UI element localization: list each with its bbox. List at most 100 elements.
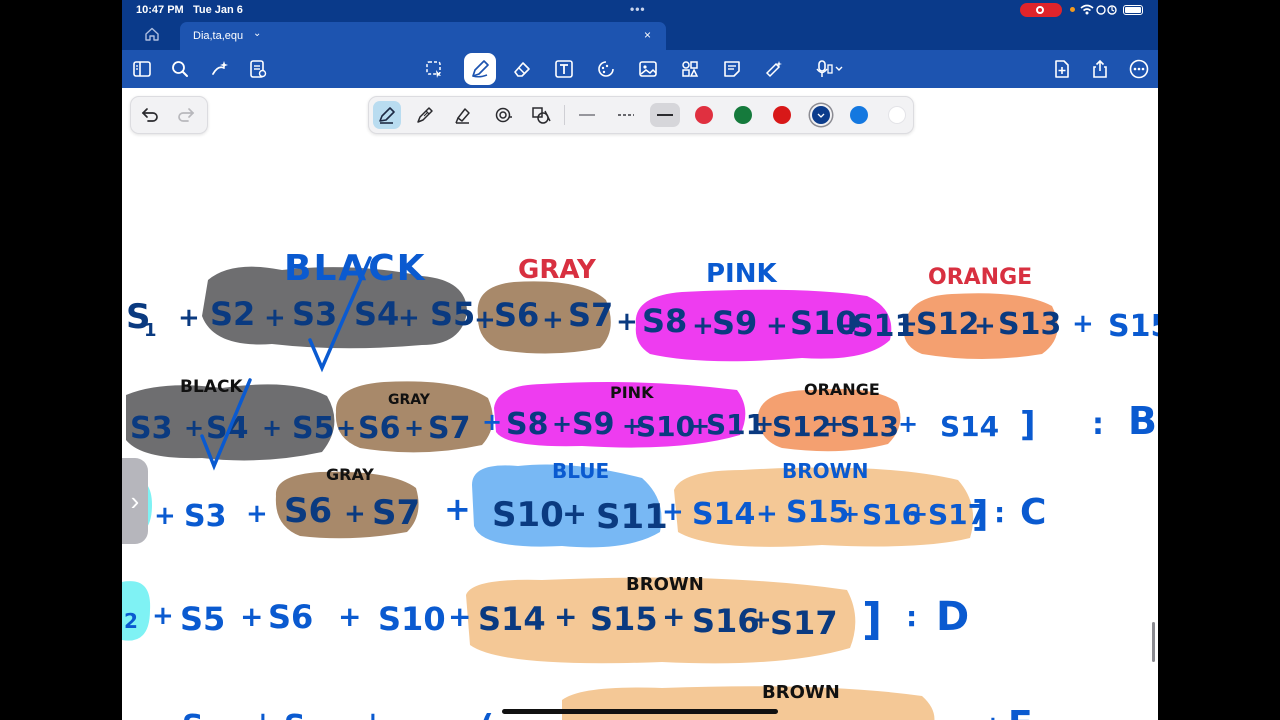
home-indicator[interactable] [502, 709, 778, 714]
label-black-row2: BLACK [180, 377, 243, 397]
fountain-pen-icon[interactable] [373, 101, 401, 129]
magic-icon[interactable] [208, 57, 232, 81]
svg-text:+: + [552, 410, 572, 438]
sticky-note-icon[interactable] [720, 57, 744, 81]
svg-text:+: + [252, 707, 274, 720]
stroke-thick-option[interactable] [650, 103, 680, 127]
svg-text:S4: S4 [206, 411, 248, 446]
search-icon[interactable] [168, 57, 192, 81]
svg-text:]: ] [862, 594, 882, 645]
multitasking-dots-icon[interactable]: ••• [630, 2, 646, 16]
svg-text:S5: S5 [292, 411, 334, 446]
document-title[interactable]: Dia,ta,equ [193, 30, 243, 42]
sidebar-icon[interactable] [130, 57, 154, 81]
svg-text:+: + [362, 707, 384, 720]
redo-icon[interactable] [175, 104, 197, 126]
svg-text:S5: S5 [430, 295, 475, 333]
svg-text:B: B [1128, 399, 1157, 443]
svg-text:+: + [262, 414, 282, 442]
eraser-icon[interactable] [510, 57, 534, 81]
more-icon[interactable] [1127, 57, 1151, 81]
pen-tool-button[interactable] [464, 53, 496, 85]
svg-text:+: + [750, 605, 772, 635]
shape-ink-icon[interactable] [529, 103, 553, 127]
svg-text:S7: S7 [372, 493, 420, 533]
label-orange-row2: ORANGE [804, 380, 880, 399]
chevron-right-icon[interactable]: › [131, 486, 140, 517]
scrollbar[interactable] [1152, 622, 1155, 662]
close-tab-button[interactable]: × [644, 28, 651, 42]
svg-text:+: + [152, 601, 174, 631]
svg-text:S6: S6 [268, 598, 313, 636]
svg-text:C: C [1020, 492, 1046, 533]
stroke-dashed-option[interactable] [611, 103, 641, 127]
elements-icon[interactable] [678, 57, 702, 81]
svg-text:+: + [982, 711, 1004, 720]
handwritten-notes[interactable]: BLACK GRAY PINK ORANGE BLACK GRAY PINK O… [122, 140, 1158, 720]
home-icon[interactable] [144, 26, 160, 42]
text-icon[interactable] [552, 57, 576, 81]
color-swatch-green[interactable] [734, 106, 752, 124]
svg-text:+: + [974, 311, 996, 341]
lasso-icon[interactable] [422, 57, 446, 81]
svg-text::: : [994, 496, 1005, 529]
svg-text:S14: S14 [478, 600, 546, 638]
color-swatch-dark-red[interactable] [773, 106, 791, 124]
svg-text:S15: S15 [1108, 309, 1158, 344]
label-brown-row5: BROWN [762, 682, 840, 703]
svg-text:S13: S13 [998, 307, 1061, 342]
svg-text:S15: S15 [590, 600, 658, 638]
svg-text:+: + [898, 410, 918, 438]
color-swatch-navy[interactable] [812, 106, 830, 124]
color-swatch-red[interactable] [695, 106, 713, 124]
svg-text:S9: S9 [712, 304, 757, 342]
tape-icon[interactable] [491, 103, 515, 127]
note-canvas[interactable]: BLACK GRAY PINK ORANGE BLACK GRAY PINK O… [122, 140, 1158, 720]
svg-text:+: + [240, 600, 263, 633]
color-swatch-blue[interactable] [850, 106, 868, 124]
svg-text:+: + [562, 497, 587, 532]
undo-icon[interactable] [139, 104, 161, 126]
svg-text:S12: S12 [916, 307, 979, 342]
label-gray-row3: GRAY [326, 465, 374, 484]
svg-text:]: ] [972, 494, 988, 535]
label-black-row1: BLACK [284, 248, 427, 289]
svg-text:S4: S4 [354, 295, 399, 333]
svg-text:S5: S5 [180, 600, 225, 638]
tab-bar: Dia,ta,equ ⌄ × [122, 20, 1158, 50]
svg-text:S13: S13 [840, 410, 899, 443]
svg-text:+: + [344, 499, 366, 529]
svg-text:+: + [336, 414, 356, 442]
laser-pointer-icon[interactable] [762, 57, 786, 81]
screen-recording-icon[interactable] [1020, 3, 1062, 17]
label-gray-row1: GRAY [518, 255, 597, 285]
svg-text:+: + [662, 497, 684, 527]
shapes-icon[interactable] [594, 57, 618, 81]
svg-text:+: + [756, 499, 778, 529]
svg-text:S: S [182, 709, 204, 720]
list-icon[interactable] [246, 57, 270, 81]
svg-text:S6: S6 [494, 296, 539, 334]
sidebar-expand-handle[interactable]: › [122, 458, 148, 544]
svg-text::: : [906, 600, 917, 633]
stroke-fine-option[interactable] [572, 103, 602, 127]
tab-document[interactable]: Dia,ta,equ ⌄ × [180, 22, 666, 50]
status-time: 10:47 PM [136, 4, 184, 16]
svg-text:+: + [554, 600, 577, 633]
svg-text:+: + [398, 303, 420, 333]
image-icon[interactable] [636, 57, 660, 81]
label-gray-row2: GRAY [388, 392, 431, 408]
add-page-icon[interactable] [1050, 57, 1074, 81]
pencil-icon[interactable] [413, 103, 437, 127]
highlighter-icon[interactable] [451, 103, 475, 127]
svg-text:+: + [264, 303, 286, 333]
microphone-icon[interactable] [812, 57, 848, 81]
color-swatch-white[interactable] [888, 106, 906, 124]
svg-text:+: + [474, 305, 496, 335]
svg-text:S14: S14 [940, 410, 999, 443]
svg-text:+: + [444, 490, 471, 528]
svg-text:+: + [616, 307, 638, 337]
share-icon[interactable] [1088, 57, 1112, 81]
chevron-down-icon[interactable]: ⌄ [253, 28, 261, 39]
svg-text:S3: S3 [130, 411, 172, 446]
